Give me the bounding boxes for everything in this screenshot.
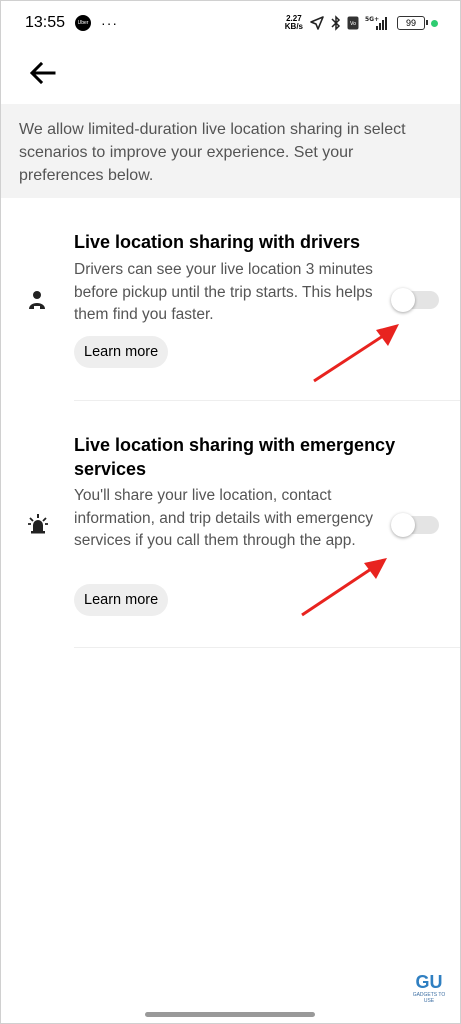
setting-drivers: Live location sharing with drivers Drive… — [1, 198, 460, 400]
volte-icon: Vo — [347, 16, 359, 30]
setting-emergency: Live location sharing with emergency ser… — [1, 401, 460, 647]
watermark-logo: GU — [415, 972, 443, 992]
learn-more-button[interactable]: Learn more — [74, 584, 169, 616]
emergency-siren-icon — [28, 514, 48, 539]
network-speed: 2.27 KB/s — [285, 15, 303, 31]
setting-title: Live location sharing with emergency ser… — [74, 435, 396, 479]
toggle-knob — [391, 513, 415, 537]
drivers-sharing-toggle[interactable] — [391, 288, 439, 312]
home-indicator[interactable] — [145, 1012, 315, 1017]
learn-more-button[interactable]: Learn more — [74, 336, 169, 368]
emergency-sharing-toggle[interactable] — [391, 513, 439, 537]
watermark-tagline: GADGETS TO USE — [412, 992, 446, 1004]
battery-icon: 99 — [397, 16, 428, 30]
status-time: 13:55 — [25, 14, 66, 31]
privacy-indicator-dot — [431, 19, 438, 27]
annotation-arrow — [313, 324, 399, 383]
toggle-knob — [391, 288, 415, 312]
bluetooth-icon — [331, 15, 341, 31]
location-arrow-icon — [309, 15, 325, 31]
setting-title: Live location sharing with drivers — [74, 232, 361, 252]
setting-description: You'll share your live location, contact… — [74, 487, 373, 549]
more-notifications-icon: ··· — [101, 15, 119, 31]
arrow-left-icon — [30, 62, 56, 84]
intro-text: We allow limited-duration live location … — [1, 104, 460, 198]
annotation-arrow — [301, 558, 387, 617]
watermark: GU GADGETS TO USE — [407, 972, 451, 1004]
uber-icon: Uber — [75, 15, 92, 31]
back-button[interactable] — [27, 57, 59, 89]
svg-text:5G+: 5G+ — [365, 16, 379, 23]
signal-icon: 5G+ — [365, 15, 391, 31]
divider — [74, 647, 460, 648]
svg-text:Vo: Vo — [350, 21, 356, 27]
status-bar: 13:55 Uber ··· 2.27 KB/s Vo 5G+ 99 — [1, 1, 460, 45]
person-icon — [28, 290, 46, 315]
network-speed-unit: KB/s — [284, 22, 303, 31]
setting-description: Drivers can see your live location 3 min… — [74, 261, 373, 323]
